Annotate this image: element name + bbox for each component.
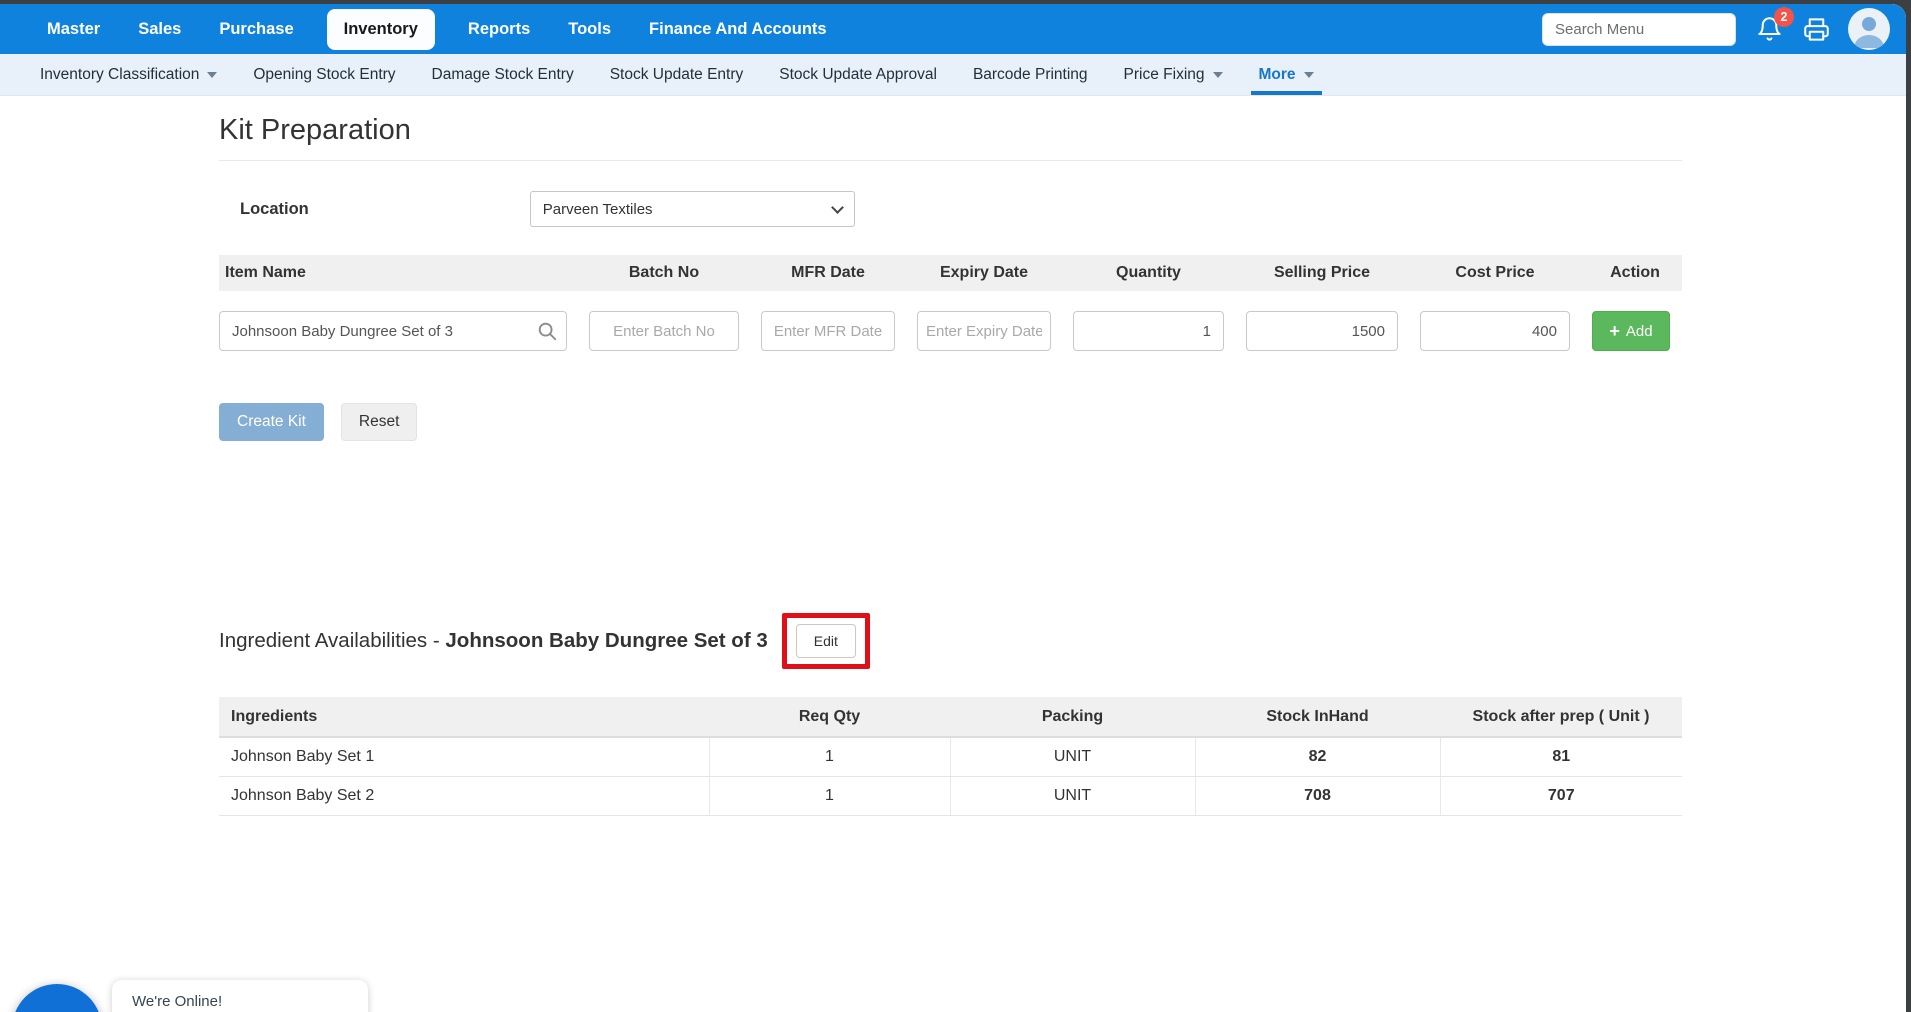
subnav-opening-stock-entry[interactable]: Opening Stock Entry <box>253 54 395 95</box>
cell-packing: UNIT <box>950 776 1195 815</box>
chevron-down-icon <box>1304 72 1314 78</box>
batch-no-input[interactable] <box>589 311 739 351</box>
location-label: Location <box>240 200 309 219</box>
ingredient-availabilities-header: Ingredient Availabilities - Johnsoon Bab… <box>219 609 1682 673</box>
cell-stock-after-prep: 707 <box>1440 776 1682 815</box>
location-row: Location Parveen Textiles <box>219 191 1682 227</box>
chevron-down-icon <box>207 72 217 78</box>
subnav-label: Price Fixing <box>1124 66 1205 84</box>
chat-icon <box>36 1008 78 1012</box>
print-button[interactable] <box>1803 16 1830 43</box>
ingredient-availabilities-title: Ingredient Availabilities - Johnsoon Bab… <box>219 629 768 653</box>
ingredients-table-header-row: Ingredients Req Qty Packing Stock InHand… <box>219 697 1682 737</box>
title-item-name: Johnsoon Baby Dungree Set of 3 <box>445 629 767 652</box>
mfr-date-input[interactable] <box>761 311 895 351</box>
expiry-date-input[interactable] <box>917 311 1051 351</box>
col-req-qty: Req Qty <box>709 697 950 737</box>
subnav-barcode-printing[interactable]: Barcode Printing <box>973 54 1088 95</box>
cell-req-qty: 1 <box>709 737 950 776</box>
ingredients-table: Ingredients Req Qty Packing Stock InHand… <box>219 697 1682 816</box>
app-window: Master Sales Purchase Inventory Reports … <box>0 4 1906 1012</box>
cell-stock-in-hand: 708 <box>1195 776 1440 815</box>
cell-req-qty: 1 <box>709 776 950 815</box>
col-packing: Packing <box>950 697 1195 737</box>
notifications-button[interactable]: 2 <box>1756 16 1783 43</box>
nav-purchase[interactable]: Purchase <box>219 20 293 39</box>
header-quantity: Quantity <box>1073 264 1224 282</box>
printer-icon <box>1803 16 1830 43</box>
cell-stock-in-hand: 82 <box>1195 737 1440 776</box>
chevron-down-icon <box>1213 72 1223 78</box>
person-icon <box>1848 8 1890 50</box>
nav-sales[interactable]: Sales <box>138 20 181 39</box>
location-select-wrap: Parveen Textiles <box>530 191 855 227</box>
subnav-stock-update-approval[interactable]: Stock Update Approval <box>779 54 937 95</box>
col-stock-in-hand: Stock InHand <box>1195 697 1440 737</box>
add-button-label: Add <box>1626 323 1653 340</box>
nav-finance-and-accounts[interactable]: Finance And Accounts <box>649 20 827 39</box>
header-cost-price: Cost Price <box>1420 264 1570 282</box>
chat-status-card[interactable]: We're Online! How may I help you today? <box>112 980 368 1012</box>
red-highlight-annotation: Edit <box>782 613 870 669</box>
reset-button[interactable]: Reset <box>341 403 418 441</box>
col-ingredients: Ingredients <box>219 697 709 737</box>
nav-master[interactable]: Master <box>47 20 100 39</box>
quantity-input[interactable] <box>1073 311 1224 351</box>
col-stock-after-prep: Stock after prep ( Unit ) <box>1440 697 1682 737</box>
screenshot-canvas: Master Sales Purchase Inventory Reports … <box>0 0 1911 1012</box>
header-batch-no: Batch No <box>589 264 739 282</box>
subnav-damage-stock-entry[interactable]: Damage Stock Entry <box>432 54 574 95</box>
kit-form-header: Item Name Batch No MFR Date Expiry Date … <box>219 255 1682 291</box>
search-menu-input[interactable] <box>1542 13 1736 46</box>
notification-count-badge: 2 <box>1774 7 1794 27</box>
subnav-inventory-classification[interactable]: Inventory Classification <box>40 54 217 95</box>
item-name-wrap <box>219 311 567 351</box>
header-item-name: Item Name <box>219 264 567 282</box>
plus-icon: + <box>1609 322 1620 340</box>
nav-reports[interactable]: Reports <box>468 20 530 39</box>
nav-tools[interactable]: Tools <box>568 20 611 39</box>
header-selling-price: Selling Price <box>1246 264 1398 282</box>
page-title: Kit Preparation <box>219 114 1682 147</box>
subnav-price-fixing[interactable]: Price Fixing <box>1124 54 1223 95</box>
subnav-label: More <box>1259 66 1296 84</box>
title-divider <box>219 160 1682 161</box>
chat-launcher-button[interactable] <box>12 984 102 1012</box>
item-name-input[interactable] <box>219 311 567 351</box>
header-expiry-date: Expiry Date <box>917 264 1051 282</box>
cell-ingredient: Johnson Baby Set 2 <box>219 776 709 815</box>
create-kit-button[interactable]: Create Kit <box>219 403 324 441</box>
add-button[interactable]: + Add <box>1592 311 1670 351</box>
table-row: Johnson Baby Set 1 1 UNIT 82 81 <box>219 737 1682 776</box>
top-navigation: Master Sales Purchase Inventory Reports … <box>0 4 1906 54</box>
nav-inventory[interactable]: Inventory <box>327 9 435 50</box>
inventory-sub-navigation: Inventory Classification Opening Stock E… <box>0 54 1906 96</box>
search-icon[interactable] <box>536 320 558 342</box>
subnav-label: Inventory Classification <box>40 66 199 84</box>
cell-stock-after-prep: 81 <box>1440 737 1682 776</box>
selling-price-input[interactable] <box>1246 311 1398 351</box>
subnav-stock-update-entry[interactable]: Stock Update Entry <box>610 54 744 95</box>
location-select[interactable]: Parveen Textiles <box>530 191 855 227</box>
cost-price-input[interactable] <box>1420 311 1570 351</box>
chat-status-text: We're Online! <box>132 993 348 1010</box>
cell-packing: UNIT <box>950 737 1195 776</box>
main-content: Kit Preparation Location Parveen Textile… <box>219 114 1682 816</box>
header-mfr-date: MFR Date <box>761 264 895 282</box>
topnav-right-group: 2 <box>1542 8 1890 50</box>
table-row: Johnson Baby Set 2 1 UNIT 708 707 <box>219 776 1682 815</box>
title-prefix: Ingredient Availabilities - <box>219 629 445 652</box>
header-action: Action <box>1592 264 1678 282</box>
cell-ingredient: Johnson Baby Set 1 <box>219 737 709 776</box>
kit-form-row: + Add <box>219 311 1682 351</box>
subnav-more[interactable]: More <box>1259 54 1314 95</box>
form-actions: Create Kit Reset <box>219 403 1682 441</box>
edit-button[interactable]: Edit <box>796 624 856 658</box>
user-avatar[interactable] <box>1848 8 1890 50</box>
